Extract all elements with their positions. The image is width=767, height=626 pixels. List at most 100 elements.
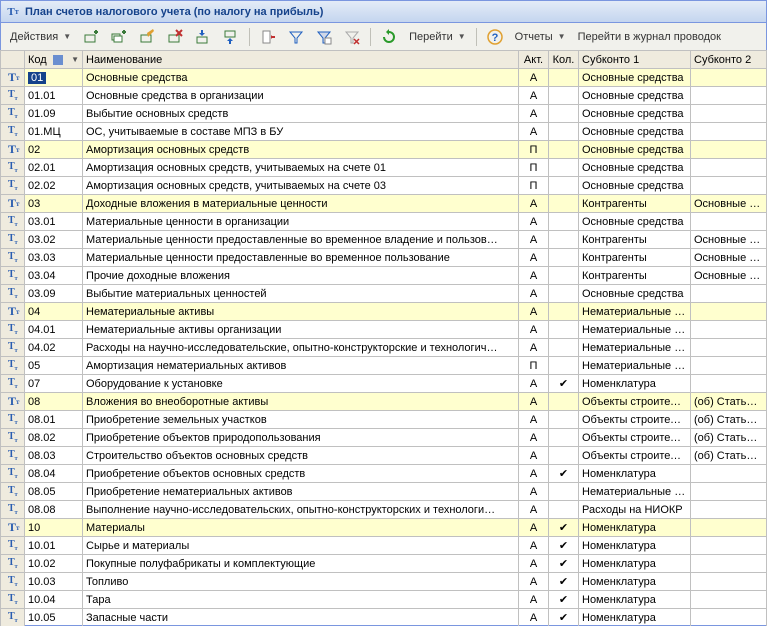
cell-akt: П [519,357,549,375]
account-icon: Tт [4,539,21,552]
account-icon: Tт [4,520,21,535]
cell-code: 10.02 [25,555,83,573]
filter-settings-icon[interactable] [311,26,337,48]
delete-icon[interactable] [162,26,188,48]
find-icon[interactable] [255,26,281,48]
table-row[interactable]: Tт03Доходные вложения в материальные цен… [1,195,767,213]
account-icon: Tт [4,142,21,157]
table-row[interactable]: Tт04Нематериальные активыАНематериальные… [1,303,767,321]
cell-sub1: Контрагенты [579,267,691,285]
account-icon: Tт [4,611,21,624]
table-row[interactable]: Tт01.09Выбытие основных средствАОсновные… [1,105,767,123]
cell-qty: ✔ [549,555,579,573]
table-row[interactable]: Tт07Оборудование к установкеА✔Номенклату… [1,375,767,393]
header-akt[interactable]: Акт. [519,51,549,69]
cell-akt: А [519,321,549,339]
table-row[interactable]: Tт08.01Приобретение земельных участковАО… [1,411,767,429]
table-row[interactable]: Tт03.09Выбытие материальных ценностейАОс… [1,285,767,303]
account-icon: Tт [4,89,21,102]
cell-code: 08.04 [25,465,83,483]
edit-icon[interactable] [134,26,160,48]
cell-code: 10 [25,519,83,537]
table-row[interactable]: Tт04.01Нематериальные активы организации… [1,321,767,339]
grid[interactable]: Код▼ Наименование Акт. Кол. Субконто 1 С… [0,50,767,626]
cell-sub1: Номенклатура [579,591,691,609]
cell-qty [549,195,579,213]
cell-qty [549,87,579,105]
table-row[interactable]: Tт03.02Материальные ценности предоставле… [1,231,767,249]
table-row[interactable]: Tт03.03Материальные ценности предоставле… [1,249,767,267]
clear-filter-icon[interactable] [339,26,365,48]
table-row[interactable]: Tт01.01Основные средства в организацииАО… [1,87,767,105]
table-row[interactable]: Tт08.08Выполнение научно-исследовательск… [1,501,767,519]
cell-sub2 [691,465,767,483]
table-row[interactable]: Tт02.01Амортизация основных средств, учи… [1,159,767,177]
account-icon: Tт [4,251,21,264]
table-row[interactable]: Tт10.04ТараА✔Номенклатура [1,591,767,609]
table-row[interactable]: Tт04.02Расходы на научно-исследовательск… [1,339,767,357]
move-up-icon[interactable] [190,26,216,48]
cell-sub1: Номенклатура [579,537,691,555]
table-row[interactable]: Tт03.04Прочие доходные вложенияАКонтраге… [1,267,767,285]
cell-akt: А [519,555,549,573]
journal-button[interactable]: Перейти в журнал проводок [573,26,726,48]
header-icon[interactable] [1,51,25,69]
cell-code: 08.03 [25,447,83,465]
table-row[interactable]: Tт08.05Приобретение нематериальных актив… [1,483,767,501]
table-row[interactable]: Tт08.02Приобретение объектов природополь… [1,429,767,447]
cell-sub2: (об) Статьи за… [691,393,767,411]
add-group-icon[interactable] [106,26,132,48]
table-row[interactable]: Tт10МатериалыА✔Номенклатура [1,519,767,537]
cell-name: Выбытие основных средств [83,105,519,123]
cell-qty [549,177,579,195]
filter-icon[interactable] [283,26,309,48]
header-qty[interactable]: Кол. [549,51,579,69]
add-icon[interactable] [78,26,104,48]
actions-menu[interactable]: Действия▼ [5,26,76,48]
table-row[interactable]: Tт10.03ТопливоА✔Номенклатура [1,573,767,591]
cell-name: ОС, учитываемые в составе МПЗ в БУ [83,123,519,141]
goto-menu[interactable]: Перейти▼ [404,26,471,48]
table-row[interactable]: Tт01Основные средстваАОсновные средства [1,69,767,87]
cell-sub2 [691,213,767,231]
table-row[interactable]: Tт08Вложения во внеоборотные активыАОбъе… [1,393,767,411]
cell-code: 08.05 [25,483,83,501]
cell-sub1: Нематериальные ак… [579,483,691,501]
move-down-icon[interactable] [218,26,244,48]
cell-akt: А [519,519,549,537]
table-row[interactable]: Tт02.02Амортизация основных средств, учи… [1,177,767,195]
cell-name: Основные средства [83,69,519,87]
cell-sub1: Нематериальные ак… [579,339,691,357]
cell-qty [549,285,579,303]
cell-sub1: Основные средства [579,141,691,159]
header-sub2[interactable]: Субконто 2 [691,51,767,69]
cell-sub1: Основные средства [579,123,691,141]
cell-sub2 [691,123,767,141]
selected-code: 01 [28,72,46,84]
table-row[interactable]: Tт02Амортизация основных средствПОсновны… [1,141,767,159]
account-icon: Tт [4,413,21,426]
cell-qty [549,249,579,267]
cell-akt: А [519,213,549,231]
cell-akt: А [519,339,549,357]
reports-menu[interactable]: Отчеты▼ [510,26,571,48]
table-row[interactable]: Tт01.МЦОС, учитываемые в составе МПЗ в Б… [1,123,767,141]
account-icon: Tт [4,394,21,409]
table-row[interactable]: Tт03.01Материальные ценности в организац… [1,213,767,231]
table-row[interactable]: Tт08.03Строительство объектов основных с… [1,447,767,465]
cell-sub2 [691,483,767,501]
table-row[interactable]: Tт05Амортизация нематериальных активовПН… [1,357,767,375]
header-name[interactable]: Наименование [83,51,519,69]
table-row[interactable]: Tт08.04Приобретение объектов основных ср… [1,465,767,483]
help-icon[interactable]: ? [482,26,508,48]
cell-akt: А [519,591,549,609]
header-code[interactable]: Код▼ [25,51,83,69]
table-row[interactable]: Tт10.05Запасные частиА✔Номенклатура [1,609,767,626]
header-sub1[interactable]: Субконто 1 [579,51,691,69]
table-row[interactable]: Tт10.01Сырье и материалыА✔Номенклатура [1,537,767,555]
table-row[interactable]: Tт10.02Покупные полуфабрикаты и комплект… [1,555,767,573]
refresh-icon[interactable] [376,26,402,48]
cell-code: 08 [25,393,83,411]
account-icon: Tт [4,125,21,138]
account-icon: Tт [4,215,21,228]
